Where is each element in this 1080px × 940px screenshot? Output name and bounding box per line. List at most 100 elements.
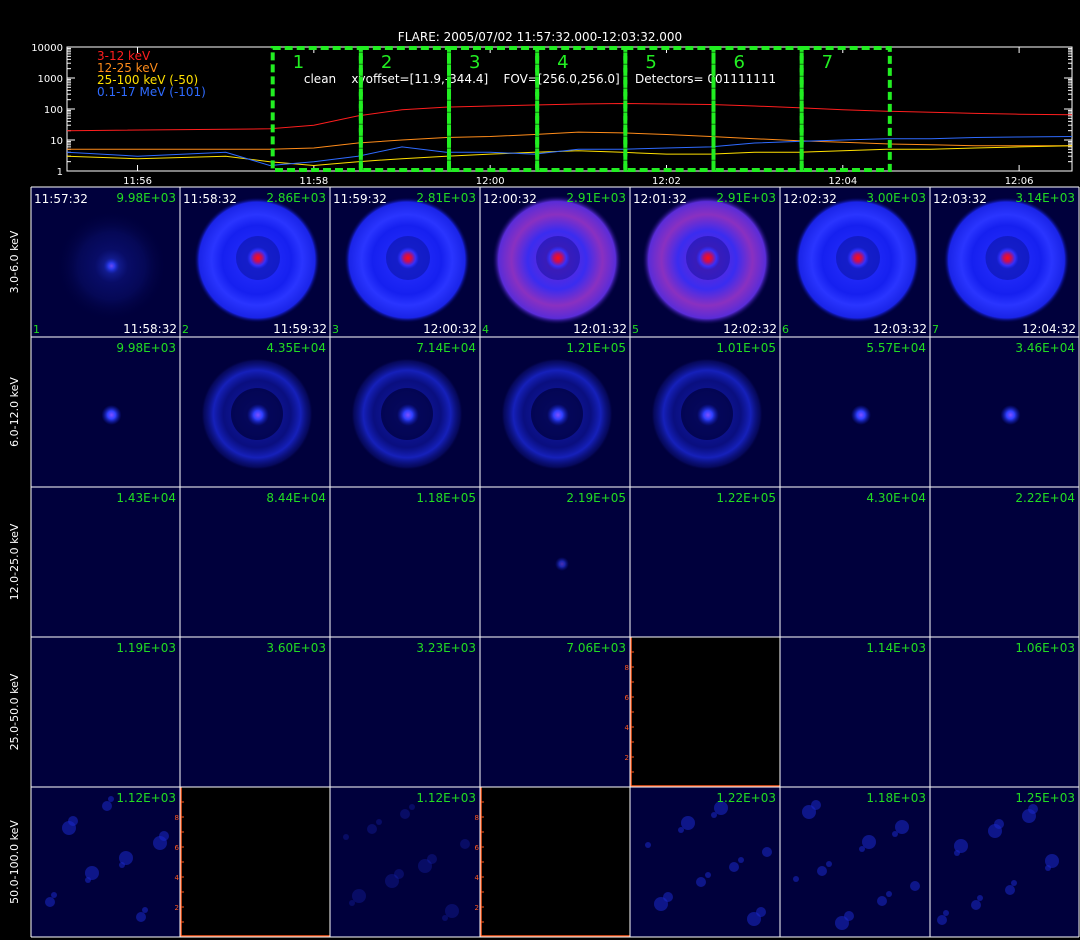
- blank-panel-bg: [630, 637, 780, 787]
- noise-speckle: [142, 907, 148, 913]
- panel-peak-value: 4.30E+04: [866, 491, 926, 505]
- image-panel-bg: [31, 637, 180, 787]
- noise-speckle: [136, 912, 146, 922]
- noise-speckle: [826, 861, 832, 867]
- panel-peak-value: 3.00E+03: [866, 191, 926, 205]
- noise-speckle: [802, 805, 816, 819]
- panel-peak-value: 1.14E+03: [866, 641, 926, 655]
- noise-speckle: [988, 824, 1002, 838]
- noise-speckle: [418, 859, 432, 873]
- blank-panel-tick-label: 4: [175, 874, 180, 882]
- image-panel: 3.00E+03 12:02:32 12:03:32 6: [780, 187, 930, 337]
- noise-speckle: [645, 842, 651, 848]
- noise-speckle: [1045, 865, 1051, 871]
- blank-panel-tick-label: 2: [475, 904, 479, 912]
- image-panel-bg: [480, 487, 630, 637]
- source-core: [546, 246, 570, 270]
- image-panel: 8.44E+04: [180, 487, 330, 637]
- blank-panel-tick-label: 8: [475, 814, 479, 822]
- panel-peak-value: 2.22E+04: [1015, 491, 1075, 505]
- image-panel-bg: [630, 487, 780, 637]
- noise-speckle: [977, 895, 983, 901]
- blank-panel-tick-label: 8: [625, 664, 629, 672]
- panel-peak-value: 3.14E+03: [1015, 191, 1075, 205]
- panel-number: 1: [33, 323, 40, 336]
- image-panel-bg: [930, 637, 1079, 787]
- noise-speckle: [1005, 885, 1015, 895]
- panel-end-time: 11:59:32: [273, 322, 327, 336]
- panel-number: 7: [932, 323, 939, 336]
- noise-speckle: [910, 881, 920, 891]
- image-panel-bg: [180, 637, 330, 787]
- panel-peak-value: 1.12E+03: [116, 791, 176, 805]
- panel-start-time: 11:57:32: [34, 192, 88, 206]
- image-panel: 7.14E+04: [330, 337, 480, 487]
- noise-speckle: [343, 834, 349, 840]
- image-panel: 1.18E+05: [330, 487, 480, 637]
- panel-end-time: 12:04:32: [1022, 322, 1076, 336]
- panel-start-time: 11:59:32: [333, 192, 387, 206]
- panel-peak-value: 1.18E+05: [416, 491, 476, 505]
- noise-speckle: [886, 891, 892, 897]
- noise-speckle: [747, 912, 761, 926]
- noise-speckle: [1022, 809, 1036, 823]
- image-panel-bg: [31, 487, 180, 637]
- image-panel: 1.18E+03: [780, 787, 930, 937]
- panel-number: 5: [632, 323, 639, 336]
- blank-panel-tick-label: 4: [475, 874, 480, 882]
- panel-start-time: 11:58:32: [183, 192, 237, 206]
- panel-end-time: 12:01:32: [573, 322, 627, 336]
- image-grid: 9.98E+03 11:57:32 11:58:32 1 2.86E+03 11:58:3…: [8, 186, 1080, 938]
- energy-band-label: 50.0-100.0 keV: [8, 820, 21, 904]
- image-panel: 1.21E+05: [480, 337, 630, 487]
- noise-speckle: [711, 812, 717, 818]
- noise-speckle: [937, 915, 947, 925]
- panel-start-time: 12:02:32: [783, 192, 837, 206]
- panel-start-time: 12:03:32: [933, 192, 987, 206]
- panel-peak-value: 4.35E+04: [266, 341, 326, 355]
- image-panel: 1.06E+03: [930, 637, 1079, 787]
- source-dot: [101, 405, 122, 425]
- panel-peak-value: 1.43E+04: [116, 491, 176, 505]
- image-panel: 2.19E+05: [480, 487, 630, 637]
- blank-panel-bg: [180, 787, 330, 937]
- panel-number: 2: [182, 323, 189, 336]
- image-panel: 3.60E+03: [180, 637, 330, 787]
- noise-speckle: [892, 831, 898, 837]
- image-panel-bg: [780, 637, 930, 787]
- image-panel: 9.98E+03 11:57:32 11:58:32 1: [31, 187, 180, 337]
- source-core: [247, 404, 269, 426]
- image-panel: 1.19E+03: [31, 637, 180, 787]
- energy-band-label: 3.0-6.0 keV: [8, 230, 21, 293]
- noise-speckle: [442, 915, 448, 921]
- source-core: [247, 247, 269, 269]
- image-panel: 5.57E+04: [780, 337, 930, 487]
- noise-speckle: [51, 892, 57, 898]
- panel-peak-value: 2.91E+03: [716, 191, 776, 205]
- noise-speckle: [817, 866, 827, 876]
- panel-peak-value: 7.06E+03: [566, 641, 626, 655]
- noise-speckle: [762, 847, 772, 857]
- image-panel: 7.06E+03: [480, 637, 630, 787]
- blank-panel-tick-label: 6: [475, 844, 480, 852]
- image-panel: 1.43E+04: [31, 487, 180, 637]
- blank-panel-tick-label: 4: [625, 724, 630, 732]
- panel-peak-value: 3.60E+03: [266, 641, 326, 655]
- noise-speckle: [400, 809, 410, 819]
- image-panel-bg: [480, 637, 630, 787]
- noise-speckle: [153, 836, 167, 850]
- panel-start-time: 12:01:32: [633, 192, 687, 206]
- image-panel: 2 4 6 8: [475, 787, 630, 937]
- noise-speckle: [654, 897, 668, 911]
- image-panel: 1.12E+03: [330, 787, 480, 937]
- panel-peak-value: 7.14E+04: [416, 341, 476, 355]
- panel-peak-value: 9.98E+03: [116, 341, 176, 355]
- image-panel: 4.30E+04: [780, 487, 930, 637]
- energy-band-label: 25.0-50.0 keV: [8, 673, 21, 750]
- image-panel: 3.14E+03 12:03:32 12:04:32 7: [930, 187, 1079, 337]
- blank-panel-tick-label: 6: [175, 844, 180, 852]
- noise-speckle: [45, 897, 55, 907]
- noise-speckle: [102, 801, 112, 811]
- image-panel: 1.22E+03: [630, 787, 780, 937]
- image-panel: 1.22E+05: [630, 487, 780, 637]
